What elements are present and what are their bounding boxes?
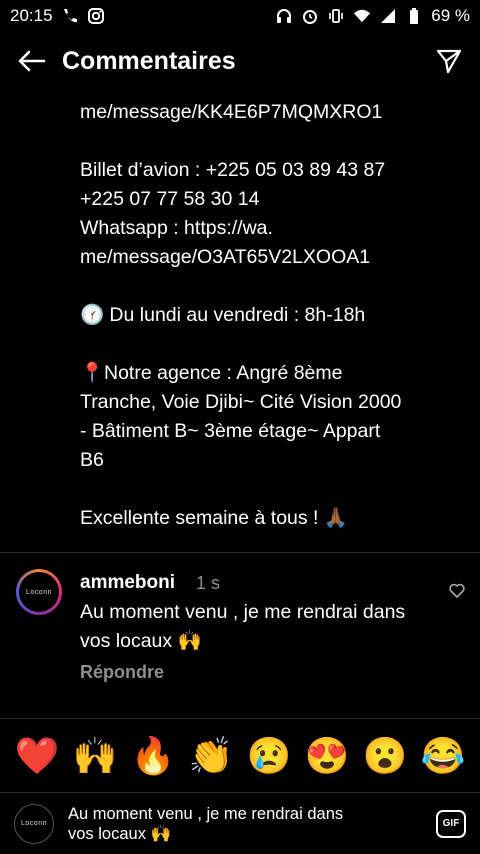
comment-item: Loconn ammeboni 1 s Au moment venu , je … bbox=[0, 566, 480, 706]
back-arrow-icon[interactable] bbox=[14, 44, 48, 78]
share-send-icon[interactable] bbox=[432, 44, 466, 78]
header: Commentaires bbox=[0, 38, 480, 84]
composer-avatar-logo: Loconn bbox=[21, 820, 47, 827]
caption-line: Tranche, Voie Djibi~ Cité Vision 2000 bbox=[80, 391, 402, 413]
gif-button[interactable]: GIF bbox=[436, 809, 466, 838]
post-caption: me/message/KK4E6P7MQMXRO1 Billet d’avion… bbox=[80, 84, 450, 533]
caption-agency-line: 📍Notre agence : Angré 8ème bbox=[80, 359, 450, 388]
caption-line: Billet d’avion : +225 05 03 89 43 87 bbox=[80, 159, 386, 181]
vibrate-icon bbox=[327, 7, 345, 25]
reaction-clap[interactable]: 👏 bbox=[185, 737, 237, 774]
reaction-bar: ❤️ 🙌 🔥 👏 😢 😍 😮 😂 bbox=[0, 718, 480, 792]
status-time: 20:15 bbox=[10, 6, 53, 25]
signal-3g-icon bbox=[379, 7, 397, 25]
caption-closing-line: Excellente semaine à tous ! 🙏🏾 bbox=[80, 504, 450, 533]
reaction-surprised[interactable]: 😮 bbox=[359, 737, 411, 774]
reaction-heart-eyes[interactable]: 😍 bbox=[301, 737, 353, 774]
wifi-icon bbox=[353, 7, 371, 25]
comment-input[interactable]: Au moment venu , je me rendrai dans vos … bbox=[68, 804, 428, 844]
caption-closing-text: Excellente semaine à tous ! bbox=[80, 507, 319, 529]
reply-button[interactable]: Répondre bbox=[80, 662, 164, 683]
comment-input-line: Au moment venu , je me rendrai dans bbox=[68, 804, 344, 823]
comment-text: Au moment venu , je me rendrai dans vos … bbox=[80, 598, 440, 656]
status-right: 69 % bbox=[275, 6, 470, 26]
battery-percent: 69 % bbox=[431, 6, 470, 25]
caption-line: B6 bbox=[80, 449, 104, 471]
comment-input-line: vos locaux 🙌 bbox=[68, 824, 172, 843]
clock-icon: 🕜 bbox=[80, 304, 105, 326]
reaction-laughing[interactable]: 😂 bbox=[417, 737, 469, 774]
avatar-inner: Loconn bbox=[19, 572, 59, 612]
caption-partial-line bbox=[80, 84, 450, 98]
caption-hours-line: 🕜 Du lundi au vendredi : 8h-18h bbox=[80, 301, 450, 330]
caption-blank bbox=[80, 272, 450, 301]
page-title: Commentaires bbox=[62, 46, 236, 75]
headphones-icon bbox=[275, 7, 293, 25]
reaction-crying[interactable]: 😢 bbox=[243, 737, 295, 774]
comment-text-line: Au moment venu , je me rendrai dans bbox=[80, 601, 406, 623]
caption-blank bbox=[80, 330, 450, 359]
avatar[interactable]: Loconn bbox=[16, 569, 62, 615]
instagram-icon bbox=[87, 7, 105, 25]
divider bbox=[0, 552, 480, 553]
caption-hours-text: Du lundi au vendredi : 8h-18h bbox=[109, 304, 366, 326]
caption-line: +225 07 77 58 30 14 bbox=[80, 188, 260, 210]
caption-line: me/message/O3AT65V2LXOOA1 bbox=[80, 246, 371, 268]
battery-icon bbox=[405, 7, 423, 25]
comment-username[interactable]: ammeboni bbox=[80, 572, 175, 594]
caption-line: me/message/KK4E6P7MQMXRO1 bbox=[80, 101, 383, 123]
reaction-raised-hands[interactable]: 🙌 bbox=[69, 737, 121, 774]
composer-avatar: Loconn bbox=[14, 803, 54, 844]
like-heart-icon[interactable] bbox=[448, 582, 466, 600]
status-left: 20:15 bbox=[10, 6, 105, 26]
comment-text-line: vos locaux 🙌 bbox=[80, 630, 202, 652]
comment-timestamp: 1 s bbox=[196, 573, 221, 593]
phone-hd-icon bbox=[61, 7, 79, 25]
caption-line: - Bâtiment B~ 3ème étage~ Appart bbox=[80, 420, 381, 442]
avatar-logo: Loconn bbox=[26, 588, 52, 596]
caption-line: Whatsapp : https://wa. bbox=[80, 217, 273, 239]
reaction-fire[interactable]: 🔥 bbox=[127, 737, 179, 774]
alarm-icon bbox=[301, 7, 319, 25]
reaction-heart[interactable]: ❤️ bbox=[11, 737, 63, 774]
pray-icon: 🙏🏾 bbox=[323, 507, 349, 529]
pin-icon: 📍 bbox=[80, 362, 105, 384]
status-bar: 20:15 69 % bbox=[0, 0, 480, 32]
caption-blank bbox=[80, 127, 450, 156]
caption-agency-text: Notre agence : Angré 8ème bbox=[104, 362, 343, 384]
comment-composer: Loconn Au moment venu , je me rendrai da… bbox=[0, 792, 480, 854]
caption-blank bbox=[80, 475, 450, 504]
